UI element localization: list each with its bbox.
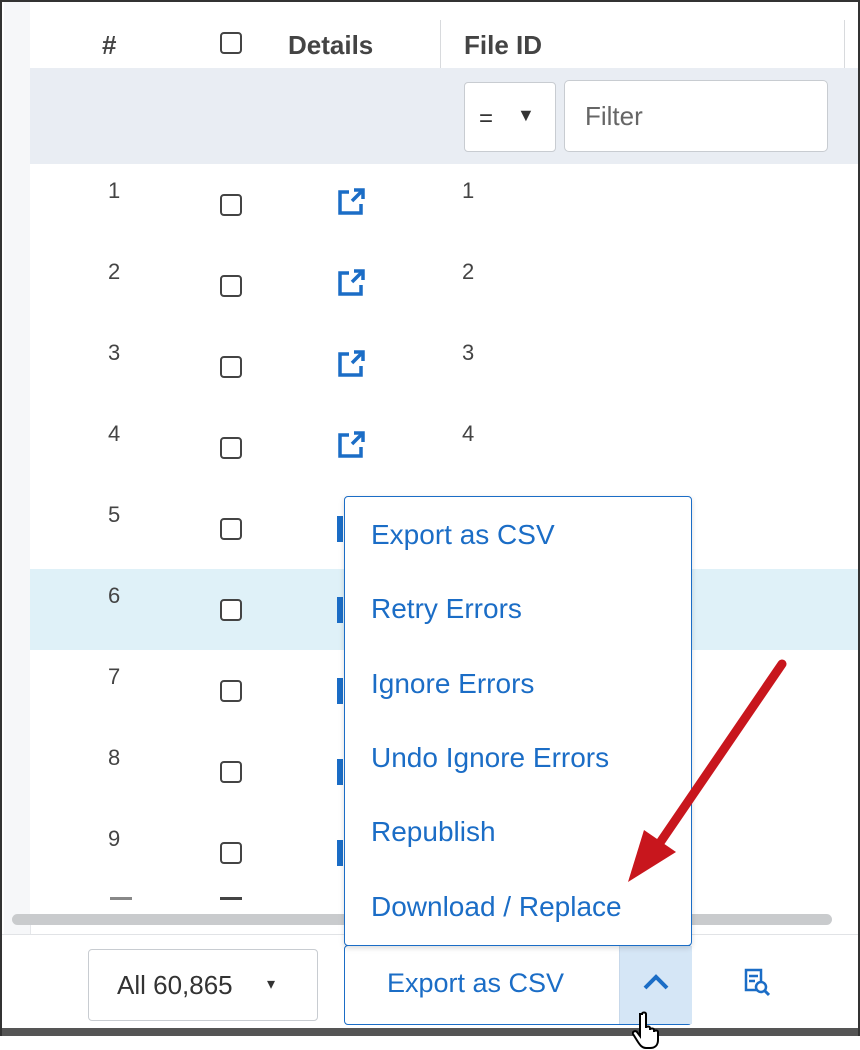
row-number: 1 bbox=[108, 178, 121, 203]
table-row[interactable]: 2 2 bbox=[30, 245, 858, 327]
row-checkbox[interactable] bbox=[220, 275, 242, 297]
dropdown-arrow-icon: ▼ bbox=[517, 105, 535, 125]
row-number: 3 bbox=[108, 340, 121, 365]
column-divider bbox=[440, 20, 441, 68]
open-details-icon[interactable] bbox=[337, 597, 343, 623]
file-id-filter-input[interactable] bbox=[564, 80, 828, 152]
export-actions-menu: Export as CSV Retry Errors Ignore Errors… bbox=[344, 496, 692, 946]
hand-cursor-icon bbox=[632, 1011, 659, 1049]
select-all-checkbox[interactable] bbox=[220, 32, 242, 54]
header-number: # bbox=[102, 30, 117, 60]
export-as-csv-button[interactable]: Export as CSV bbox=[345, 946, 619, 1024]
row-checkbox[interactable] bbox=[220, 518, 242, 540]
caret-down-icon: ▾ bbox=[267, 976, 276, 993]
column-divider bbox=[844, 20, 845, 68]
open-details-icon[interactable] bbox=[335, 348, 367, 380]
row-file-id: 1 bbox=[462, 178, 475, 203]
table-row[interactable]: 3 3 bbox=[30, 326, 858, 408]
table-row[interactable]: 4 4 bbox=[30, 407, 858, 489]
record-count-dropdown[interactable]: All 60,865 ▾ bbox=[88, 949, 318, 1021]
chevron-up-icon bbox=[643, 974, 669, 990]
left-gutter bbox=[4, 2, 31, 1036]
row-file-id: 3 bbox=[462, 340, 475, 365]
open-details-icon[interactable] bbox=[337, 840, 343, 866]
open-details-icon[interactable] bbox=[335, 267, 367, 299]
table-row[interactable]: 1 1 bbox=[30, 164, 858, 246]
row-number: 9 bbox=[108, 826, 121, 851]
open-details-icon[interactable] bbox=[337, 759, 343, 785]
row-number: 5 bbox=[108, 502, 121, 527]
window-bottom-edge bbox=[2, 1028, 858, 1036]
row-checkbox[interactable] bbox=[220, 680, 242, 702]
record-count-label: All 60,865 bbox=[117, 970, 233, 1000]
header-details[interactable]: Details bbox=[288, 30, 373, 61]
filter-row: = ▼ bbox=[30, 68, 858, 164]
row-checkbox[interactable] bbox=[220, 194, 242, 216]
row-checkbox-cut bbox=[220, 897, 242, 900]
row-checkbox[interactable] bbox=[220, 761, 242, 783]
app-frame: # Details File ID = ▼ 1 1 2 2 bbox=[0, 0, 860, 1036]
row-number-cut bbox=[110, 897, 132, 900]
open-details-icon[interactable] bbox=[335, 186, 367, 218]
row-checkbox[interactable] bbox=[220, 356, 242, 378]
table-footer: All 60,865 ▾ Export as CSV bbox=[2, 934, 858, 1036]
menu-item-republish[interactable]: Republish bbox=[371, 816, 496, 848]
row-number: 4 bbox=[108, 421, 121, 446]
row-checkbox[interactable] bbox=[220, 599, 242, 621]
open-details-icon[interactable] bbox=[337, 678, 343, 704]
menu-item-ignore-errors[interactable]: Ignore Errors bbox=[371, 668, 534, 700]
row-number: 8 bbox=[108, 745, 121, 770]
report-search-icon[interactable] bbox=[744, 967, 770, 997]
filter-operator-select[interactable]: = ▼ bbox=[464, 82, 556, 152]
open-details-icon[interactable] bbox=[337, 516, 343, 542]
row-checkbox[interactable] bbox=[220, 437, 242, 459]
row-number: 2 bbox=[108, 259, 121, 284]
header-file-id[interactable]: File ID bbox=[464, 30, 542, 61]
menu-item-retry-errors[interactable]: Retry Errors bbox=[371, 593, 522, 625]
row-file-id: 4 bbox=[462, 421, 475, 446]
table-header: # Details File ID bbox=[30, 2, 858, 68]
filter-operator-value: = bbox=[479, 105, 494, 132]
row-checkbox[interactable] bbox=[220, 842, 242, 864]
row-file-id: 2 bbox=[462, 259, 475, 284]
menu-item-undo-ignore-errors[interactable]: Undo Ignore Errors bbox=[371, 742, 609, 774]
export-button-label: Export as CSV bbox=[387, 968, 565, 998]
row-number: 6 bbox=[108, 583, 121, 608]
row-number: 7 bbox=[108, 664, 121, 689]
menu-item-download-replace[interactable]: Download / Replace bbox=[371, 891, 622, 923]
menu-item-export-csv[interactable]: Export as CSV bbox=[371, 519, 555, 551]
open-details-icon[interactable] bbox=[335, 429, 367, 461]
